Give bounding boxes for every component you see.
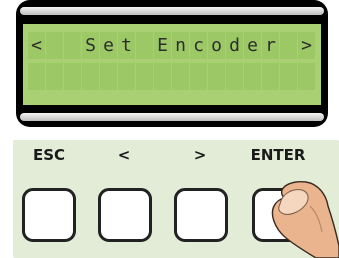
left-button[interactable] [98, 188, 152, 242]
lcd-char-cell [64, 32, 81, 59]
esc-button[interactable] [22, 188, 76, 242]
lcd-char-cell [82, 63, 99, 90]
lcd-display: < Se t En c o d e r > [16, 0, 328, 127]
lcd-char-cell: d [226, 32, 243, 59]
right-key-label: > [193, 146, 207, 164]
right-button[interactable] [174, 188, 228, 242]
lcd-char-cell [154, 63, 171, 90]
lcd-char-cell [172, 63, 189, 90]
finger-press-icon [271, 181, 339, 258]
lcd-char-cell [280, 32, 297, 59]
lcd-char-cell [190, 63, 207, 90]
lcd-char-cell [64, 63, 81, 90]
lcd-char-cell: o [208, 32, 225, 59]
lcd-char-cell: c [190, 32, 207, 59]
lcd-char-cell: E [154, 32, 171, 59]
lcd-char-cell: > [298, 32, 315, 59]
lcd-char-cell [136, 32, 153, 59]
lcd-char-cell: < [28, 32, 45, 59]
lcd-char-cell: S [82, 32, 99, 59]
lcd-bezel-bottom [20, 113, 324, 121]
lcd-char-cell [136, 63, 153, 90]
lcd-char-cell: e [244, 32, 261, 59]
lcd-char-cell [226, 63, 243, 90]
lcd-char-cell [46, 63, 63, 90]
lcd-character-grid: < Se t En c o d e r > [28, 32, 315, 90]
lcd-screen: < Se t En c o d e r > [23, 24, 321, 105]
lcd-char-cell [244, 63, 261, 90]
lcd-char-cell: r [262, 32, 279, 59]
lcd-char-cell [28, 63, 45, 90]
enter-key-label: ENTER [250, 146, 306, 164]
lcd-char-cell [208, 63, 225, 90]
lcd-char-cell: n [172, 32, 189, 59]
lcd-char-cell: e [100, 32, 117, 59]
lcd-bezel-top [20, 7, 324, 15]
lcd-char-cell [298, 63, 315, 90]
lcd-char-cell [100, 63, 117, 90]
lcd-char-cell [280, 63, 297, 90]
lcd-char-cell [262, 63, 279, 90]
lcd-char-cell [118, 63, 135, 90]
left-key-label: < [117, 146, 131, 164]
esc-key-label: ESC [32, 146, 66, 164]
lcd-char-cell: t [118, 32, 135, 59]
lcd-char-cell [46, 32, 63, 59]
